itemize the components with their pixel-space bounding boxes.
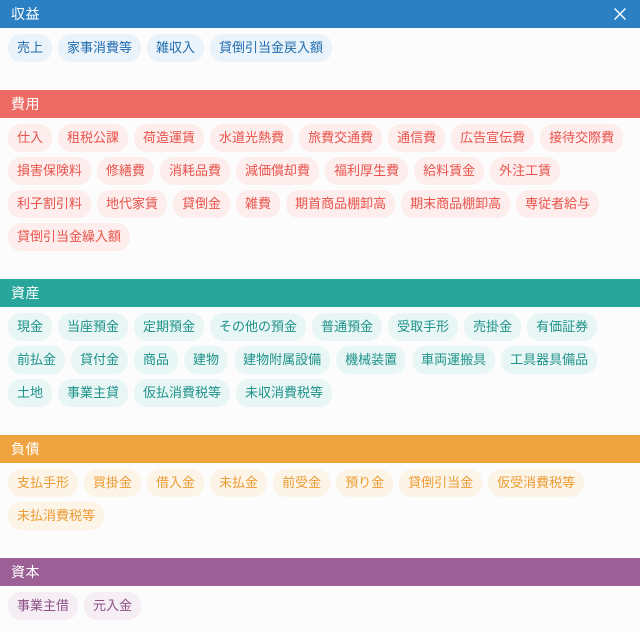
account-item-assets-10[interactable]: 商品 — [134, 346, 179, 374]
account-item-expense-22[interactable]: 貸倒引当金繰入額 — [8, 223, 131, 251]
section-expense: 費用仕入 租税公課 荷造運賃 水道光熱費 旅費交通費 通信費 広告宣伝費 接待交際費損害保険料… — [0, 90, 640, 263]
account-item-revenue-3[interactable]: 貸倒引当金戻入額 — [210, 34, 333, 62]
account-item-assets-3[interactable]: その他の預金 — [210, 313, 307, 341]
account-item-expense-8[interactable]: 損害保険料 — [8, 157, 92, 185]
account-item-assets-1[interactable]: 当座預金 — [58, 313, 129, 341]
section-items-expense: 仕入 租税公課 荷造運賃 水道光熱費 旅費交通費 通信費 広告宣伝費 接待交際費損害保険料 修繕… — [0, 118, 640, 263]
account-item-expense-10[interactable]: 消耗品費 — [160, 157, 231, 185]
account-item-revenue-0[interactable]: 売上 — [8, 34, 53, 62]
section-header-capital: 資本 — [0, 558, 640, 586]
account-item-liabilities-4[interactable]: 前受金 — [273, 469, 331, 497]
account-item-liabilities-0[interactable]: 支払手形 — [8, 469, 79, 497]
account-item-expense-0[interactable]: 仕入 — [8, 124, 53, 152]
account-item-liabilities-2[interactable]: 借入金 — [147, 469, 205, 497]
section-divider — [0, 542, 640, 558]
section-divider — [0, 419, 640, 435]
account-item-assets-18[interactable]: 仮払消費税等 — [134, 379, 231, 407]
account-item-assets-15[interactable]: 工具器具備品 — [501, 346, 598, 374]
account-item-expense-20[interactable]: 期末商品棚卸高 — [401, 190, 511, 218]
section-header-expense: 費用 — [0, 90, 640, 118]
account-item-expense-16[interactable]: 地代家賃 — [97, 190, 168, 218]
account-item-assets-6[interactable]: 売掛金 — [464, 313, 522, 341]
account-item-expense-6[interactable]: 広告宣伝費 — [451, 124, 535, 152]
account-item-expense-2[interactable]: 荷造運賃 — [134, 124, 205, 152]
account-item-expense-15[interactable]: 利子割引料 — [8, 190, 92, 218]
account-item-assets-5[interactable]: 受取手形 — [388, 313, 459, 341]
section-items-liabilities: 支払手形 買掛金 借入金 未払金 前受金 預り金 貸倒引当金 仮受消費税等未払消費税等 — [0, 463, 640, 542]
account-category-picker-panel: 収益 売上 家事消費等 雑収入 貸倒引当金戻入額費用仕入 租税公課 荷造運賃 水道光熱費 旅費… — [0, 0, 640, 632]
account-item-liabilities-3[interactable]: 未払金 — [210, 469, 268, 497]
account-item-assets-16[interactable]: 土地 — [8, 379, 53, 407]
section-items-capital: 事業主借 元入金 — [0, 586, 640, 632]
section-divider — [0, 74, 640, 90]
account-item-revenue-2[interactable]: 雑収入 — [147, 34, 205, 62]
section-divider — [0, 263, 640, 279]
account-item-assets-7[interactable]: 有価証券 — [527, 313, 598, 341]
section-items-revenue: 売上 家事消費等 雑収入 貸倒引当金戻入額 — [0, 28, 640, 74]
account-item-expense-14[interactable]: 外注工賃 — [490, 157, 561, 185]
account-item-expense-21[interactable]: 専従者給与 — [516, 190, 600, 218]
window-titlebar: 収益 — [0, 0, 640, 28]
account-item-expense-1[interactable]: 租税公課 — [58, 124, 129, 152]
account-item-assets-9[interactable]: 貸付金 — [71, 346, 129, 374]
account-item-expense-11[interactable]: 減価償却費 — [236, 157, 320, 185]
account-item-expense-17[interactable]: 貸倒金 — [173, 190, 231, 218]
account-item-assets-4[interactable]: 普通預金 — [312, 313, 383, 341]
sections-container: 売上 家事消費等 雑収入 貸倒引当金戻入額費用仕入 租税公課 荷造運賃 水道光熱費 旅費交通費… — [0, 28, 640, 632]
account-item-expense-3[interactable]: 水道光熱費 — [210, 124, 294, 152]
section-header-assets: 資産 — [0, 279, 640, 307]
account-item-expense-4[interactable]: 旅費交通費 — [299, 124, 383, 152]
account-item-expense-18[interactable]: 雑費 — [236, 190, 281, 218]
account-item-assets-0[interactable]: 現金 — [8, 313, 53, 341]
account-item-revenue-1[interactable]: 家事消費等 — [58, 34, 142, 62]
account-item-assets-19[interactable]: 未収消費税等 — [236, 379, 333, 407]
section-items-assets: 現金 当座預金 定期預金 その他の預金 普通預金 受取手形 売掛金 有価証券 前払金 貸付金 商品建… — [0, 307, 640, 419]
account-item-assets-12[interactable]: 建物附属設備 — [234, 346, 331, 374]
account-item-assets-8[interactable]: 前払金 — [8, 346, 66, 374]
account-item-liabilities-1[interactable]: 買掛金 — [84, 469, 142, 497]
account-item-liabilities-7[interactable]: 仮受消費税等 — [488, 469, 585, 497]
close-icon[interactable] — [610, 4, 630, 24]
account-item-expense-13[interactable]: 給料賃金 — [414, 157, 485, 185]
account-item-capital-0[interactable]: 事業主借 — [8, 592, 79, 620]
section-title-expense: 費用 — [11, 96, 40, 112]
section-title-assets: 資産 — [11, 285, 40, 301]
account-item-liabilities-5[interactable]: 預り金 — [336, 469, 394, 497]
account-item-assets-11[interactable]: 建物 — [184, 346, 229, 374]
section-capital: 資本 事業主借 元入金 — [0, 558, 640, 632]
account-item-expense-19[interactable]: 期首商品棚卸高 — [286, 190, 396, 218]
account-item-liabilities-6[interactable]: 貸倒引当金 — [399, 469, 483, 497]
account-item-assets-17[interactable]: 事業主貸 — [58, 379, 129, 407]
account-item-expense-12[interactable]: 福利厚生費 — [325, 157, 409, 185]
account-item-assets-13[interactable]: 機械装置 — [336, 346, 407, 374]
section-header-liabilities: 負債 — [0, 435, 640, 463]
section-liabilities: 負債支払手形 買掛金 借入金 未払金 前受金 預り金 貸倒引当金 仮受消費税等未払消費税等 — [0, 435, 640, 542]
section-assets: 資産現金 当座預金 定期預金 その他の預金 普通預金 受取手形 売掛金 有価証券前払金 貸付金商… — [0, 279, 640, 419]
section-title-liabilities: 負債 — [11, 441, 40, 457]
account-item-expense-7[interactable]: 接待交際費 — [540, 124, 624, 152]
section-revenue: 売上 家事消費等 雑収入 貸倒引当金戻入額 — [0, 28, 640, 74]
account-item-assets-2[interactable]: 定期預金 — [134, 313, 205, 341]
account-item-expense-5[interactable]: 通信費 — [388, 124, 446, 152]
account-item-assets-14[interactable]: 車両運搬具 — [412, 346, 496, 374]
account-item-liabilities-8[interactable]: 未払消費税等 — [8, 502, 105, 530]
account-item-capital-1[interactable]: 元入金 — [84, 592, 142, 620]
account-item-expense-9[interactable]: 修繕費 — [97, 157, 155, 185]
window-title: 収益 — [11, 6, 40, 22]
